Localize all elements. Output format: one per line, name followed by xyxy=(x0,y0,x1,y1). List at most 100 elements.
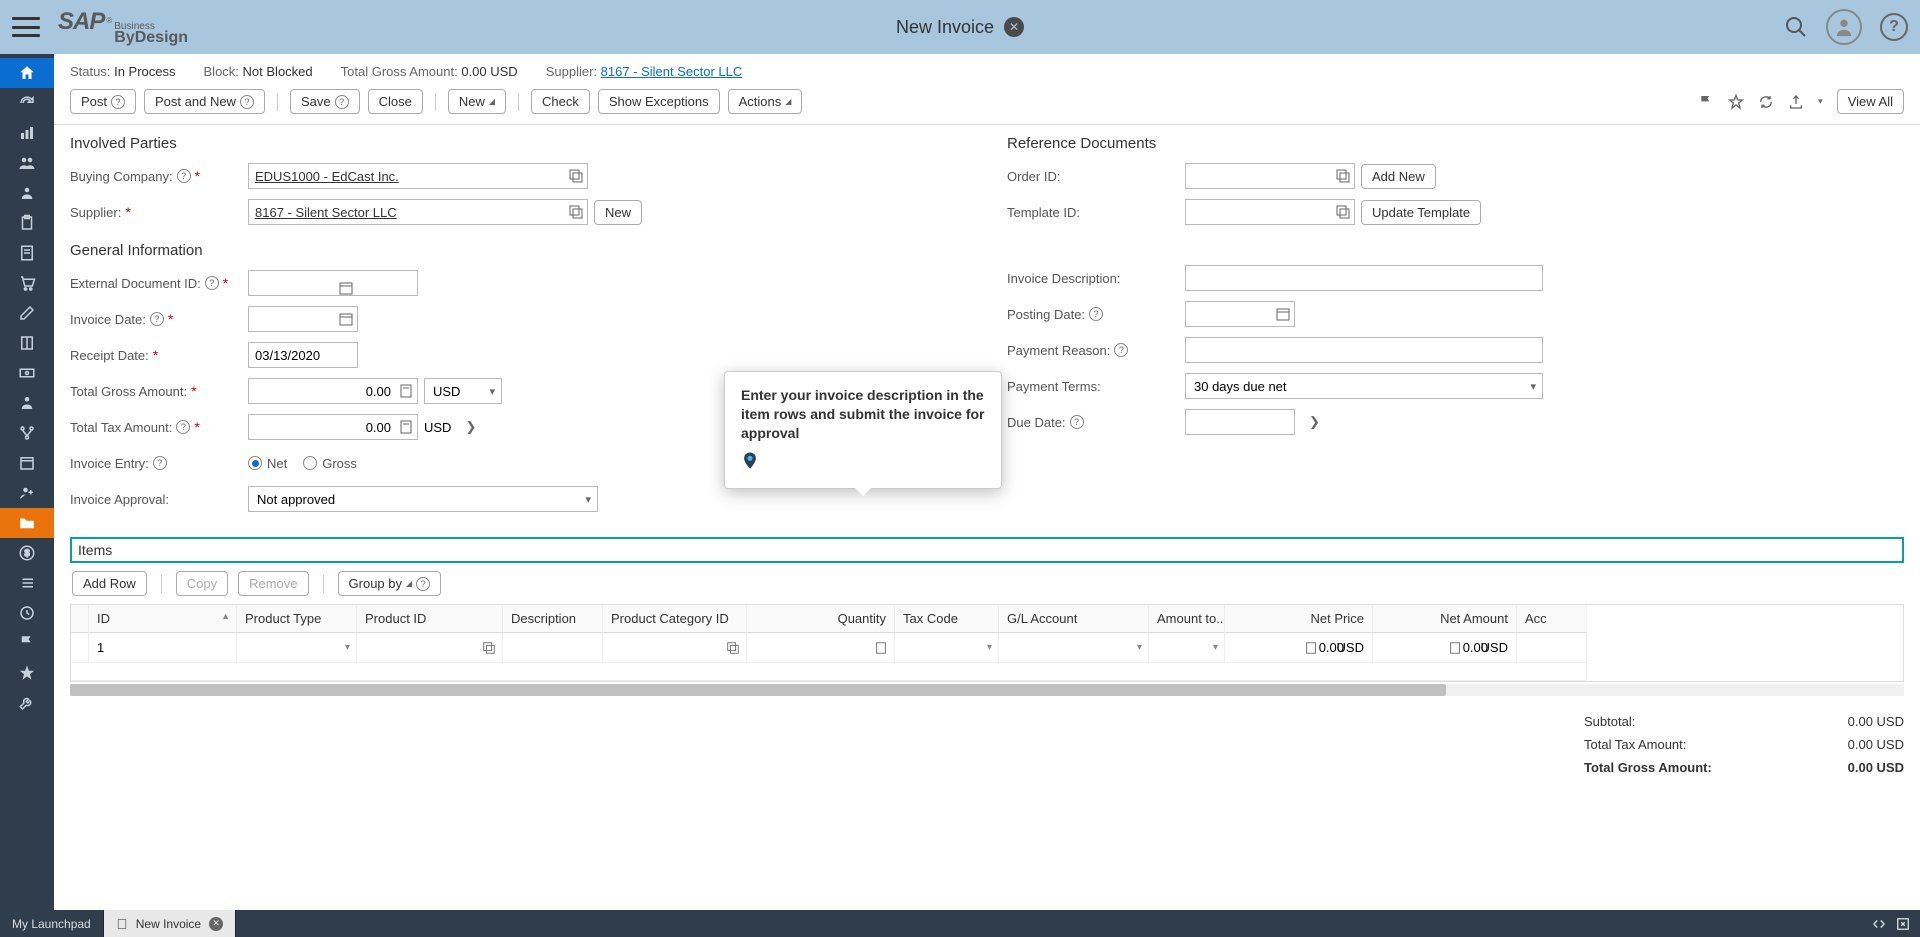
value-help-icon[interactable] xyxy=(482,641,496,655)
star-action-icon[interactable] xyxy=(1728,94,1744,110)
payment-terms-select[interactable]: 30 days due net xyxy=(1185,373,1543,399)
cell-gl-account[interactable]: ▾ xyxy=(999,633,1149,663)
group-by-button[interactable]: Group by◢? xyxy=(338,571,442,596)
radio-net[interactable]: Net xyxy=(248,456,287,471)
sidebar-user-icon[interactable] xyxy=(0,178,54,208)
value-help-icon[interactable] xyxy=(1335,168,1351,184)
cell-quantity[interactable] xyxy=(747,633,895,663)
value-help-icon[interactable] xyxy=(568,168,584,184)
sidebar-home-icon[interactable] xyxy=(0,58,54,88)
sidebar-cart-icon[interactable] xyxy=(0,268,54,298)
copy-button[interactable]: Copy xyxy=(176,571,228,596)
expand-arrow-icon[interactable]: ❯ xyxy=(1309,414,1320,430)
col-acc[interactable]: Acc xyxy=(1517,605,1587,633)
show-exceptions-button[interactable]: Show Exceptions xyxy=(598,89,720,114)
template-id-input[interactable] xyxy=(1185,199,1355,225)
cell-amount-to[interactable]: ▾ xyxy=(1149,633,1225,663)
col-net-price[interactable]: Net Price xyxy=(1225,605,1373,633)
sidebar-flag-icon[interactable] xyxy=(0,628,54,658)
close-tab-icon[interactable]: ✕ xyxy=(209,917,223,931)
horizontal-scrollbar[interactable] xyxy=(70,684,1904,696)
post-and-new-button[interactable]: Post and New? xyxy=(144,89,265,114)
col-net-amount[interactable]: Net Amount xyxy=(1373,605,1517,633)
invoice-approval-select[interactable]: Not approved xyxy=(248,486,598,512)
col-id[interactable]: ID xyxy=(97,611,110,626)
calendar-icon[interactable] xyxy=(1275,306,1291,322)
row-selector[interactable] xyxy=(71,633,89,663)
order-id-input[interactable] xyxy=(1185,163,1355,189)
col-amount-to[interactable]: Amount to... xyxy=(1149,605,1225,633)
add-row-button[interactable]: Add Row xyxy=(72,571,147,596)
value-help-icon[interactable] xyxy=(1335,204,1351,220)
sort-icon[interactable]: ▲ xyxy=(221,611,230,621)
add-new-button[interactable]: Add New xyxy=(1361,164,1436,189)
calculator-icon[interactable] xyxy=(1448,641,1462,655)
col-gl-account[interactable]: G/L Account xyxy=(999,605,1149,633)
cell-acc[interactable] xyxy=(1517,633,1587,663)
collapse-icon[interactable] xyxy=(1872,917,1886,931)
calendar-icon[interactable] xyxy=(338,347,354,363)
external-doc-input[interactable] xyxy=(248,270,418,296)
sidebar-calendar-icon[interactable] xyxy=(0,448,54,478)
cell-product-category[interactable] xyxy=(603,633,747,663)
close-page-icon[interactable]: ✕ xyxy=(1004,17,1024,37)
currency-select[interactable]: USD xyxy=(424,378,502,404)
view-all-button[interactable]: View All xyxy=(1837,89,1904,114)
chevron-down-icon[interactable]: ▾ xyxy=(1137,642,1142,653)
cell-product-type[interactable]: ▾ xyxy=(237,633,357,663)
total-tax-input[interactable] xyxy=(248,414,418,440)
cell-id[interactable]: 1 xyxy=(89,633,237,663)
cell-product-id[interactable] xyxy=(357,633,503,663)
chevron-down-icon[interactable]: ▾ xyxy=(987,642,992,653)
chevron-down-icon[interactable]: ▾ xyxy=(345,642,350,653)
hamburger-icon[interactable] xyxy=(12,17,40,37)
sidebar-support-icon[interactable] xyxy=(0,388,54,418)
chevron-down-icon[interactable]: ▾ xyxy=(1213,642,1218,653)
sidebar-dollar-icon[interactable]: $ xyxy=(0,538,54,568)
col-product-id[interactable]: Product ID xyxy=(357,605,503,633)
sidebar-adduser-icon[interactable] xyxy=(0,478,54,508)
due-date-input[interactable] xyxy=(1185,409,1295,435)
supplier-link[interactable]: 8167 - Silent Sector LLC xyxy=(601,64,743,79)
post-button[interactable]: Post? xyxy=(70,89,136,114)
refresh-action-icon[interactable] xyxy=(1758,94,1774,110)
sidebar-edit-icon[interactable] xyxy=(0,298,54,328)
value-help-icon[interactable] xyxy=(568,204,584,220)
col-product-category[interactable]: Product Category ID xyxy=(603,605,747,633)
export-action-icon[interactable] xyxy=(1788,94,1804,110)
buying-company-input[interactable] xyxy=(248,163,588,189)
search-icon[interactable] xyxy=(1784,15,1808,39)
sidebar-money-icon[interactable] xyxy=(0,358,54,388)
sidebar-folder-icon[interactable] xyxy=(0,508,54,538)
close-button[interactable]: Close xyxy=(368,89,423,114)
actions-button[interactable]: Actions◢ xyxy=(728,89,803,114)
sidebar-document-icon[interactable] xyxy=(0,238,54,268)
cell-net-amount[interactable]: 0.00USD xyxy=(1373,633,1517,663)
save-button[interactable]: Save? xyxy=(290,89,360,114)
remove-button[interactable]: Remove xyxy=(238,571,308,596)
avatar[interactable] xyxy=(1826,9,1862,45)
cell-description[interactable] xyxy=(503,633,603,663)
sidebar-refresh-icon[interactable] xyxy=(0,88,54,118)
sidebar-clock-icon[interactable] xyxy=(0,598,54,628)
cell-tax-code[interactable]: ▾ xyxy=(895,633,999,663)
scrollbar-thumb[interactable] xyxy=(70,684,1446,696)
invoice-desc-input[interactable] xyxy=(1185,265,1543,291)
value-help-icon[interactable] xyxy=(726,641,740,655)
calculator-icon[interactable] xyxy=(398,419,414,435)
new-button[interactable]: New◢ xyxy=(448,89,506,114)
supplier-input[interactable] xyxy=(248,199,588,225)
total-gross-input[interactable] xyxy=(248,378,418,404)
help-icon[interactable]: ? xyxy=(1880,13,1908,41)
sidebar-wrench-icon[interactable] xyxy=(0,688,54,718)
new-supplier-button[interactable]: New xyxy=(594,200,642,225)
col-quantity[interactable]: Quantity xyxy=(747,605,895,633)
sidebar-list-icon[interactable] xyxy=(0,568,54,598)
sidebar-people-icon[interactable] xyxy=(0,148,54,178)
radio-gross[interactable]: Gross xyxy=(303,456,357,471)
sidebar-star-icon[interactable] xyxy=(0,658,54,688)
calculator-icon[interactable] xyxy=(398,383,414,399)
flag-action-icon[interactable] xyxy=(1698,94,1714,110)
expand-icon[interactable] xyxy=(1896,917,1910,931)
tab-launchpad[interactable]: My Launchpad xyxy=(0,910,104,937)
